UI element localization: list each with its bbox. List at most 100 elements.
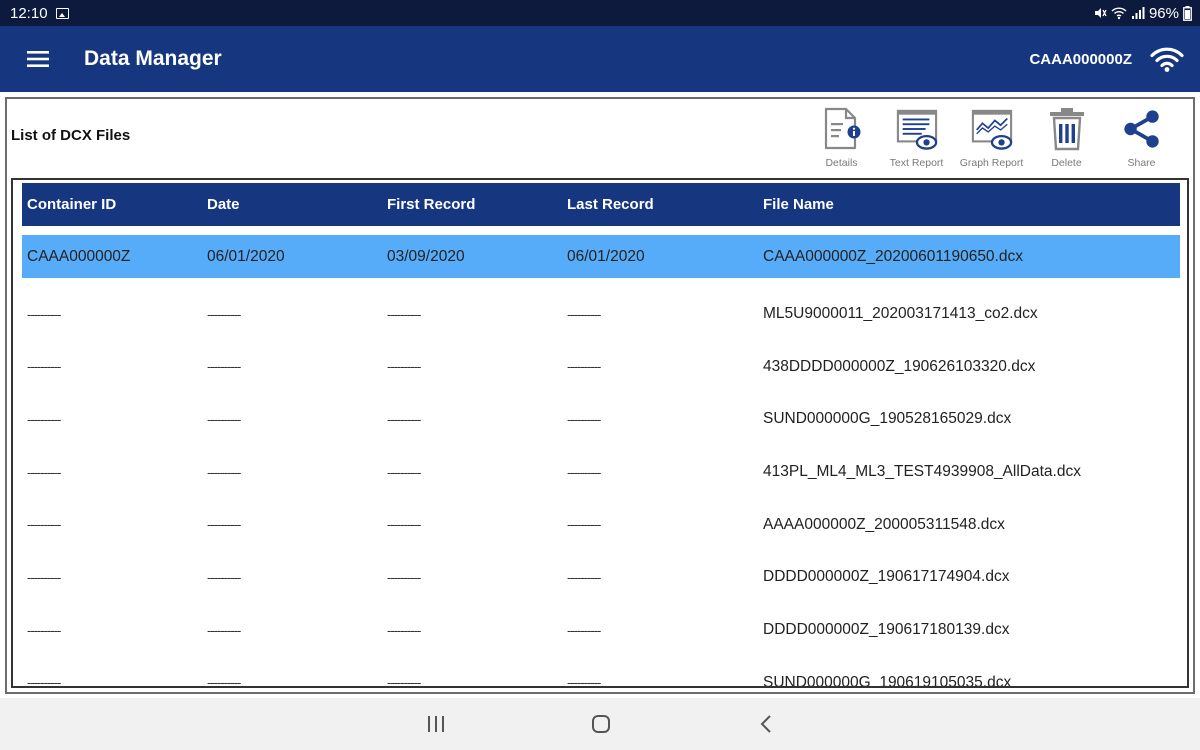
table-row[interactable]: ---------- ---------- ---------- -------… xyxy=(22,288,1180,341)
table-row[interactable]: ---------- ---------- ---------- -------… xyxy=(22,446,1180,499)
text-report-label: Text Report xyxy=(889,157,944,169)
cell-file-name: DDDD000000Z_190617174904.dcx xyxy=(763,568,1010,586)
image-notification-icon xyxy=(55,7,69,19)
back-icon xyxy=(760,715,771,733)
mute-icon xyxy=(1094,8,1107,18)
cell-last-record: ---------- xyxy=(567,622,601,638)
cell-container-id: ---------- xyxy=(27,622,61,638)
cell-container-id: ---------- xyxy=(27,569,61,585)
graph-report-button[interactable]: Graph Report xyxy=(954,105,1029,175)
cell-last-record: ---------- xyxy=(567,411,601,427)
cell-file-name: DDDD000000Z_190617180139.dcx xyxy=(763,621,1010,639)
cell-last-record: ---------- xyxy=(567,517,601,533)
details-icon xyxy=(824,107,860,150)
delete-button[interactable]: Delete xyxy=(1029,105,1104,175)
cell-date: ---------- xyxy=(207,569,241,585)
app-title: Data Manager xyxy=(84,47,222,70)
table-row[interactable]: ---------- ---------- ---------- -------… xyxy=(22,498,1180,551)
cell-last-record: ---------- xyxy=(567,675,601,688)
cell-container-id: ---------- xyxy=(27,464,61,480)
menu-button[interactable] xyxy=(0,26,76,92)
column-header-last-record[interactable]: Last Record xyxy=(567,183,654,226)
graph-report-label: Graph Report xyxy=(959,157,1024,169)
wifi-connection-button[interactable] xyxy=(1148,46,1186,72)
cell-date: ---------- xyxy=(207,517,241,533)
recent-apps-icon xyxy=(428,716,444,732)
panel-title: List of DCX Files xyxy=(11,127,131,144)
cell-first-record: ---------- xyxy=(387,359,421,375)
cell-container-id: ---------- xyxy=(27,306,61,322)
cell-first-record: ---------- xyxy=(387,622,421,638)
cell-date: ---------- xyxy=(207,622,241,638)
text-report-icon xyxy=(896,109,937,150)
cell-date: ---------- xyxy=(207,359,241,375)
hamburger-menu-icon xyxy=(27,51,49,67)
cell-first-record: ---------- xyxy=(387,675,421,688)
table-row[interactable]: ---------- ---------- ---------- -------… xyxy=(22,551,1180,604)
cell-last-record: ---------- xyxy=(567,569,601,585)
wifi-status-icon xyxy=(1111,7,1127,20)
app-bar: Data Manager CAAA000000Z xyxy=(0,26,1200,92)
table-row-selected[interactable]: CAAA000000Z 06/01/2020 03/09/2020 06/01/… xyxy=(22,235,1180,278)
cell-last-record: ---------- xyxy=(567,306,601,322)
column-header-date[interactable]: Date xyxy=(207,183,240,226)
files-panel: List of DCX Files Details Text Report Gr… xyxy=(5,97,1195,694)
table-row[interactable]: ---------- ---------- ---------- -------… xyxy=(22,657,1180,688)
cell-container-id: ---------- xyxy=(27,359,61,375)
cell-file-name: ML5U9000011_202003171413_co2.dcx xyxy=(763,305,1038,323)
cell-first-record: ---------- xyxy=(387,517,421,533)
share-icon xyxy=(1123,110,1159,148)
battery-percent: 96% xyxy=(1148,4,1179,22)
details-label: Details xyxy=(825,157,858,169)
cell-container-id: ---------- xyxy=(27,411,61,427)
cell-container-id: ---------- xyxy=(27,517,61,533)
cell-date: ---------- xyxy=(207,411,241,427)
column-header-first-record[interactable]: First Record xyxy=(387,183,475,226)
cell-last-record: ---------- xyxy=(567,359,601,375)
back-button[interactable] xyxy=(746,708,786,740)
column-header-container-id[interactable]: Container ID xyxy=(27,183,116,226)
delete-label: Delete xyxy=(1051,157,1082,169)
cell-last-record: 06/01/2020 xyxy=(567,247,645,265)
table-header: Container ID Date First Record Last Reco… xyxy=(22,183,1180,226)
cell-first-record: 03/09/2020 xyxy=(387,247,465,265)
cell-file-name: SUND000000G_190619105035.dcx xyxy=(763,673,1012,688)
cell-container-id: CAAA000000Z xyxy=(27,247,131,265)
status-time: 12:10 xyxy=(10,4,48,22)
cell-container-id: ---------- xyxy=(27,675,61,688)
table-row[interactable]: ---------- ---------- ---------- -------… xyxy=(22,340,1180,393)
column-header-file-name[interactable]: File Name xyxy=(763,183,834,226)
share-label: Share xyxy=(1127,157,1156,169)
details-button[interactable]: Details xyxy=(804,105,879,175)
cell-last-record: ---------- xyxy=(567,464,601,480)
cell-first-record: ---------- xyxy=(387,464,421,480)
connected-device-id: CAAA000000Z xyxy=(1029,50,1132,68)
share-button[interactable]: Share xyxy=(1104,105,1179,175)
home-button[interactable] xyxy=(581,708,621,740)
cell-date: ---------- xyxy=(207,464,241,480)
cell-first-record: ---------- xyxy=(387,411,421,427)
cell-file-name: SUND000000G_190528165029.dcx xyxy=(763,410,1012,428)
cell-first-record: ---------- xyxy=(387,569,421,585)
cell-file-name: 438DDDD000000Z_190626103320.dcx xyxy=(763,357,1036,375)
status-indicators: 96% xyxy=(1093,5,1192,22)
graph-report-icon xyxy=(971,109,1012,150)
cell-file-name: 413PL_ML4_ML3_TEST4939908_AllData.dcx xyxy=(763,463,1081,481)
table-row[interactable]: ---------- ---------- ---------- -------… xyxy=(22,393,1180,446)
cell-date: 06/01/2020 xyxy=(207,247,285,265)
cell-file-name: CAAA000000Z_20200601190650.dcx xyxy=(763,247,1023,265)
cell-date: ---------- xyxy=(207,675,241,688)
system-navigation-bar xyxy=(0,698,1200,750)
file-toolbar: Details Text Report Graph Report Delete … xyxy=(804,105,1179,175)
cell-file-name: AAAA000000Z_200005311548.dcx xyxy=(763,515,1005,533)
wifi-icon xyxy=(1150,47,1184,72)
table-body: CAAA000000Z 06/01/2020 03/09/2020 06/01/… xyxy=(22,235,1180,688)
home-icon xyxy=(592,715,610,733)
cell-date: ---------- xyxy=(207,306,241,322)
cell-first-record: ---------- xyxy=(387,306,421,322)
text-report-button[interactable]: Text Report xyxy=(879,105,954,175)
files-table[interactable]: Container ID Date First Record Last Reco… xyxy=(11,178,1189,688)
recent-apps-button[interactable] xyxy=(416,708,456,740)
status-bar: 12:10 96% xyxy=(0,0,1200,26)
table-row[interactable]: ---------- ---------- ---------- -------… xyxy=(22,604,1180,657)
